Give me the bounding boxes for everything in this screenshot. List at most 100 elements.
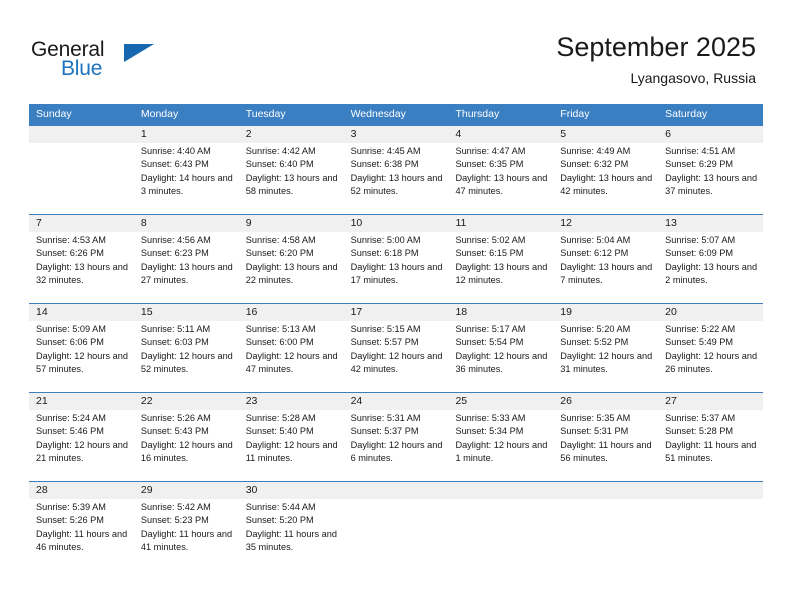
day-cell[interactable]: Sunrise: 5:17 AM Sunset: 5:54 PM Dayligh… [448, 321, 553, 392]
day-cell[interactable]: Sunrise: 5:42 AM Sunset: 5:23 PM Dayligh… [134, 499, 239, 570]
day-cell[interactable]: Sunrise: 5:09 AM Sunset: 6:06 PM Dayligh… [29, 321, 134, 392]
sunrise-text: Sunrise: 5:33 AM [455, 413, 526, 423]
day-cell[interactable]: Sunrise: 5:28 AM Sunset: 5:40 PM Dayligh… [239, 410, 344, 481]
day-number[interactable]: 13 [658, 215, 763, 232]
day-cell[interactable] [448, 499, 553, 570]
day-number[interactable] [658, 482, 763, 499]
sunset-text: Sunset: 6:00 PM [245, 337, 314, 348]
day-cell[interactable]: Sunrise: 5:07 AM Sunset: 6:09 PM Dayligh… [658, 232, 763, 303]
daylight-text: Daylight: 13 hours and 2 minutes. [665, 261, 758, 286]
day-number[interactable]: 30 [239, 482, 344, 499]
day-cell[interactable] [344, 499, 449, 570]
day-number[interactable]: 8 [134, 215, 239, 232]
sunrise-text: Sunrise: 4:51 AM [665, 146, 736, 156]
day-cell[interactable]: Sunrise: 5:39 AM Sunset: 5:26 PM Dayligh… [29, 499, 134, 570]
day-number[interactable]: 1 [134, 126, 239, 143]
day-cell[interactable]: Sunrise: 5:02 AM Sunset: 6:15 PM Dayligh… [448, 232, 553, 303]
weekday-friday: Friday [560, 108, 590, 120]
day-cell[interactable]: Sunrise: 5:04 AM Sunset: 6:12 PM Dayligh… [553, 232, 658, 303]
day-number[interactable]: 14 [29, 304, 134, 321]
day-number[interactable]: 19 [553, 304, 658, 321]
day-number[interactable] [29, 126, 134, 143]
day-number[interactable]: 5 [553, 126, 658, 143]
day-cell[interactable] [29, 143, 134, 214]
day-number[interactable]: 23 [239, 393, 344, 410]
day-number[interactable]: 6 [658, 126, 763, 143]
day-number[interactable]: 21 [29, 393, 134, 410]
day-number[interactable]: 15 [134, 304, 239, 321]
sunrise-text: Sunrise: 5:15 AM [350, 324, 421, 334]
day-number[interactable]: 25 [448, 393, 553, 410]
day-number[interactable]: 2 [239, 126, 344, 143]
day-number[interactable]: 18 [448, 304, 553, 321]
sunrise-text: Sunrise: 4:58 AM [245, 235, 316, 245]
day-cell[interactable]: Sunrise: 4:42 AM Sunset: 6:40 PM Dayligh… [239, 143, 344, 214]
day-number[interactable]: 24 [344, 393, 449, 410]
sunset-text: Sunset: 5:43 PM [140, 426, 209, 437]
sunrise-text: Sunrise: 5:37 AM [665, 413, 736, 423]
day-number[interactable]: 22 [134, 393, 239, 410]
day-cell[interactable]: Sunrise: 5:15 AM Sunset: 5:57 PM Dayligh… [344, 321, 449, 392]
day-number[interactable]: 11 [448, 215, 553, 232]
sunset-text: Sunset: 6:20 PM [245, 248, 314, 259]
day-cell[interactable]: Sunrise: 4:45 AM Sunset: 6:38 PM Dayligh… [344, 143, 449, 214]
day-cell[interactable]: Sunrise: 5:00 AM Sunset: 6:18 PM Dayligh… [344, 232, 449, 303]
day-cell[interactable] [658, 499, 763, 570]
brand-triangle-icon [124, 44, 154, 62]
day-number[interactable] [448, 482, 553, 499]
brand-logo[interactable]: General Blue [31, 38, 211, 86]
sunset-text: Sunset: 5:49 PM [665, 337, 734, 348]
sunset-text: Sunset: 6:12 PM [560, 248, 629, 259]
day-cell[interactable]: Sunrise: 5:37 AM Sunset: 5:28 PM Dayligh… [658, 410, 763, 481]
day-number[interactable]: 16 [239, 304, 344, 321]
day-cell[interactable] [553, 499, 658, 570]
day-cell[interactable]: Sunrise: 5:22 AM Sunset: 5:49 PM Dayligh… [658, 321, 763, 392]
week-date-bar: 1 2 3 4 5 6 [29, 126, 763, 143]
daylight-text: Daylight: 12 hours and 16 minutes. [140, 439, 233, 464]
day-cell[interactable]: Sunrise: 4:49 AM Sunset: 6:32 PM Dayligh… [553, 143, 658, 214]
day-cell[interactable]: Sunrise: 5:11 AM Sunset: 6:03 PM Dayligh… [134, 321, 239, 392]
day-cell[interactable]: Sunrise: 5:33 AM Sunset: 5:34 PM Dayligh… [448, 410, 553, 481]
day-cell[interactable]: Sunrise: 4:58 AM Sunset: 6:20 PM Dayligh… [239, 232, 344, 303]
day-number[interactable]: 10 [344, 215, 449, 232]
day-cell[interactable]: Sunrise: 4:47 AM Sunset: 6:35 PM Dayligh… [448, 143, 553, 214]
day-number[interactable] [344, 482, 449, 499]
sunrise-text: Sunrise: 5:00 AM [350, 235, 421, 245]
sunrise-text: Sunrise: 4:47 AM [455, 146, 526, 156]
sunset-text: Sunset: 5:52 PM [560, 337, 629, 348]
sunrise-text: Sunrise: 5:02 AM [455, 235, 526, 245]
day-cell[interactable]: Sunrise: 4:56 AM Sunset: 6:23 PM Dayligh… [134, 232, 239, 303]
day-number[interactable]: 3 [344, 126, 449, 143]
day-number[interactable]: 7 [29, 215, 134, 232]
day-number[interactable]: 20 [658, 304, 763, 321]
sunset-text: Sunset: 6:18 PM [350, 248, 419, 259]
day-number[interactable] [553, 482, 658, 499]
day-number[interactable]: 27 [658, 393, 763, 410]
day-cell[interactable]: Sunrise: 4:53 AM Sunset: 6:26 PM Dayligh… [29, 232, 134, 303]
day-cell[interactable]: Sunrise: 5:20 AM Sunset: 5:52 PM Dayligh… [553, 321, 658, 392]
daylight-text: Daylight: 12 hours and 6 minutes. [350, 439, 443, 464]
sunrise-text: Sunrise: 5:28 AM [245, 413, 316, 423]
day-cell[interactable]: Sunrise: 4:51 AM Sunset: 6:29 PM Dayligh… [658, 143, 763, 214]
day-cell[interactable]: Sunrise: 5:26 AM Sunset: 5:43 PM Dayligh… [134, 410, 239, 481]
day-number[interactable]: 4 [448, 126, 553, 143]
day-cell[interactable]: Sunrise: 4:40 AM Sunset: 6:43 PM Dayligh… [134, 143, 239, 214]
day-number[interactable]: 9 [239, 215, 344, 232]
day-number[interactable]: 12 [553, 215, 658, 232]
day-number[interactable]: 29 [134, 482, 239, 499]
page-header: General Blue September 2025 Lyangasovo, … [0, 0, 792, 100]
sunrise-text: Sunrise: 5:24 AM [36, 413, 106, 423]
week-date-bar: 21 22 23 24 25 26 27 [29, 393, 763, 410]
day-number[interactable]: 26 [553, 393, 658, 410]
day-cell[interactable]: Sunrise: 5:35 AM Sunset: 5:31 PM Dayligh… [553, 410, 658, 481]
day-cell[interactable]: Sunrise: 5:31 AM Sunset: 5:37 PM Dayligh… [344, 410, 449, 481]
day-number[interactable]: 28 [29, 482, 134, 499]
day-cell[interactable]: Sunrise: 5:13 AM Sunset: 6:00 PM Dayligh… [239, 321, 344, 392]
day-cell[interactable]: Sunrise: 5:24 AM Sunset: 5:46 PM Dayligh… [29, 410, 134, 481]
sunrise-text: Sunrise: 5:35 AM [560, 413, 631, 423]
daylight-text: Daylight: 12 hours and 42 minutes. [350, 350, 443, 375]
day-cell[interactable]: Sunrise: 5:44 AM Sunset: 5:20 PM Dayligh… [239, 499, 344, 570]
daylight-text: Daylight: 12 hours and 36 minutes. [455, 350, 548, 375]
day-number[interactable]: 17 [344, 304, 449, 321]
brand-name-blue: Blue [61, 57, 103, 80]
